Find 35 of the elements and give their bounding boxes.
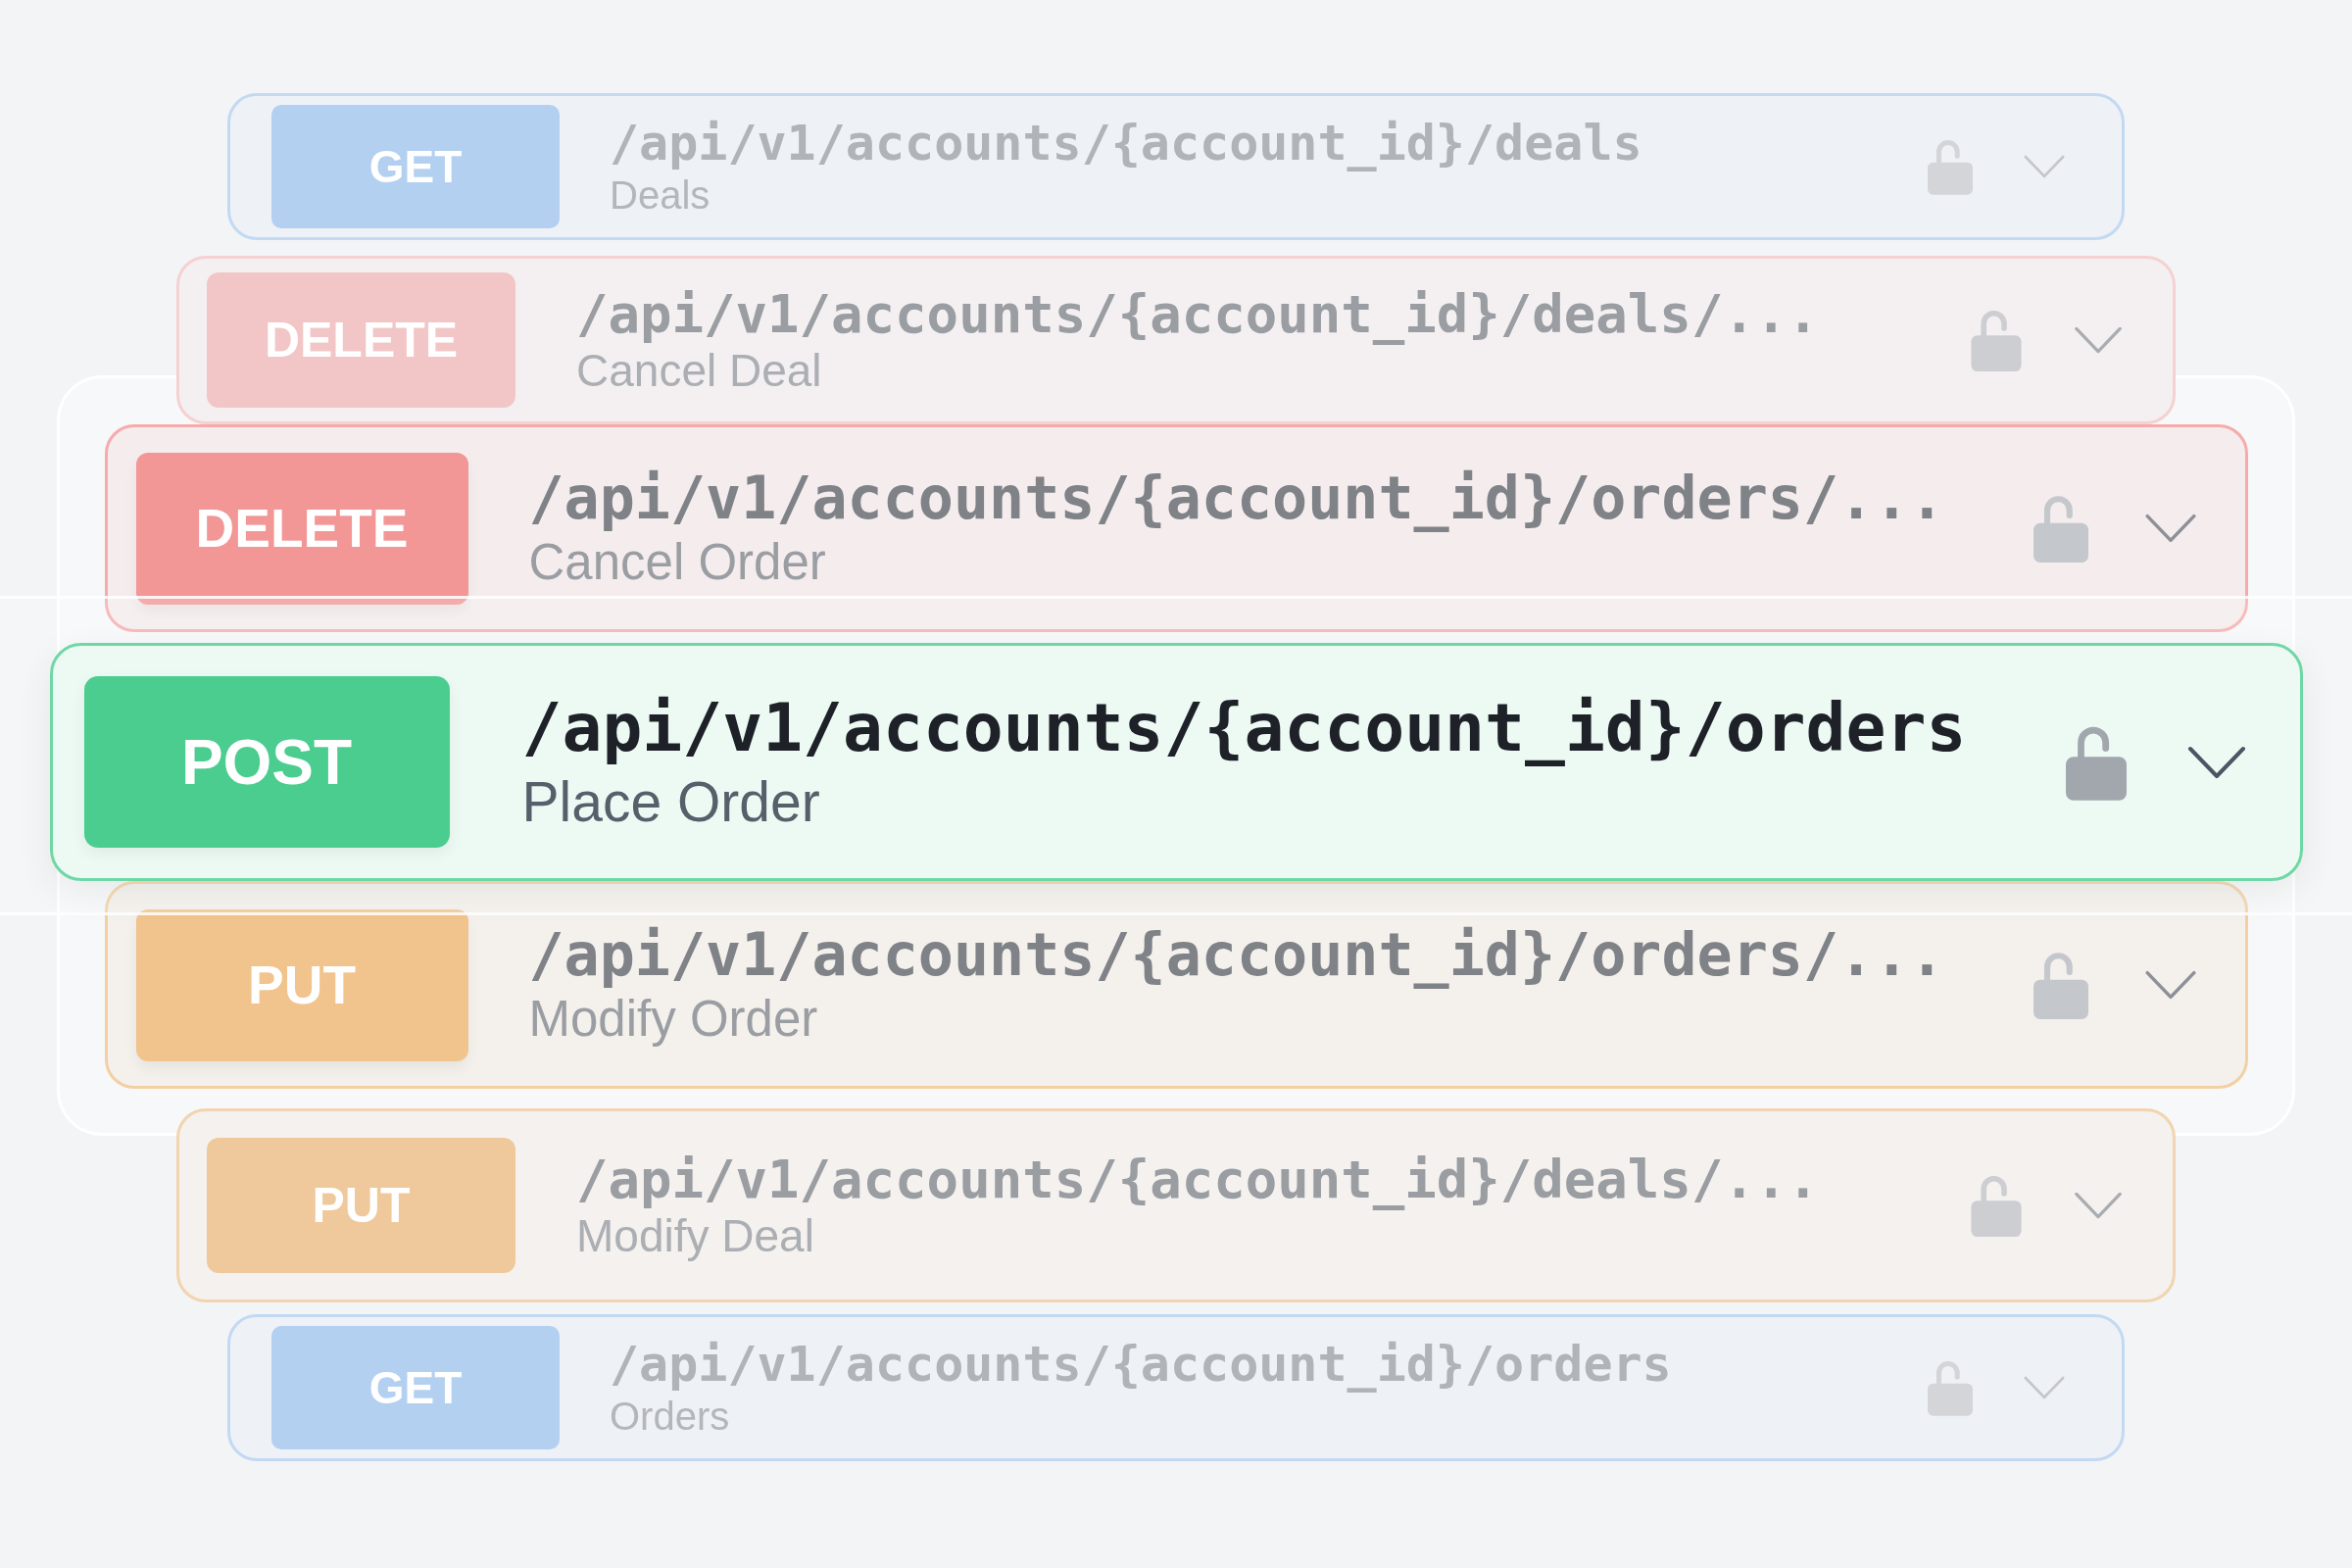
endpoint-summary: Modify Order: [528, 991, 819, 1049]
method-badge: PUT: [207, 1138, 515, 1273]
endpoint-row[interactable]: GET /api/v1/accounts/{account_id}/orders Orders: [227, 1314, 2125, 1461]
endpoint-path: /api/v1/accounts/{account_id}/orders: [521, 689, 1968, 766]
open-padlock-icon[interactable]: [2033, 494, 2088, 563]
endpoint-summary: Modify Deal: [576, 1209, 814, 1262]
open-padlock-icon[interactable]: [1971, 309, 2022, 371]
method-badge: GET: [271, 105, 560, 228]
open-padlock-icon[interactable]: [1928, 138, 1973, 195]
open-padlock-icon[interactable]: [1928, 1359, 1973, 1416]
endpoint-row[interactable]: DELETE /api/v1/accounts/{account_id}/orders/... Cancel Order: [104, 424, 2248, 632]
method-badge: DELETE: [135, 452, 468, 605]
endpoint-path: /api/v1/accounts/{account_id}/deals/...: [576, 283, 1820, 345]
endpoint-summary: Cancel Order: [528, 534, 827, 592]
method-badge: GET: [271, 1326, 560, 1449]
endpoint-path: /api/v1/accounts/{account_id}/deals/...: [576, 1149, 1820, 1210]
endpoint-summary: Place Order: [521, 769, 821, 835]
endpoint-path: /api/v1/accounts/{account_id}/deals: [610, 116, 1643, 172]
endpoint-row[interactable]: POST /api/v1/accounts/{account_id}/orders Place Order: [49, 643, 2303, 881]
open-padlock-icon[interactable]: [2033, 951, 2088, 1019]
method-badge: POST: [83, 676, 450, 848]
endpoint-path: /api/v1/accounts/{account_id}/orders/...: [528, 921, 1946, 990]
method-badge: DELETE: [207, 272, 515, 408]
endpoint-row[interactable]: PUT /api/v1/accounts/{account_id}/deals/... Modify Deal: [176, 1108, 2176, 1302]
endpoint-path: /api/v1/accounts/{account_id}/orders: [610, 1337, 1673, 1394]
chevron-down-icon[interactable]: [2186, 745, 2246, 779]
method-badge: PUT: [135, 908, 468, 1061]
endpoint-row[interactable]: DELETE /api/v1/accounts/{account_id}/deals/... Cancel Deal: [176, 256, 2176, 424]
endpoint-summary: Deals: [610, 172, 711, 218]
open-padlock-icon[interactable]: [1971, 1174, 2022, 1237]
endpoint-summary: Orders: [610, 1393, 731, 1439]
endpoint-summary: Cancel Deal: [576, 344, 822, 397]
endpoint-row[interactable]: PUT /api/v1/accounts/{account_id}/orders/... Modify Order: [104, 881, 2248, 1089]
endpoint-row[interactable]: GET /api/v1/accounts/{account_id}/deals Deals: [227, 93, 2125, 240]
endpoint-path: /api/v1/accounts/{account_id}/orders/...: [528, 465, 1946, 533]
